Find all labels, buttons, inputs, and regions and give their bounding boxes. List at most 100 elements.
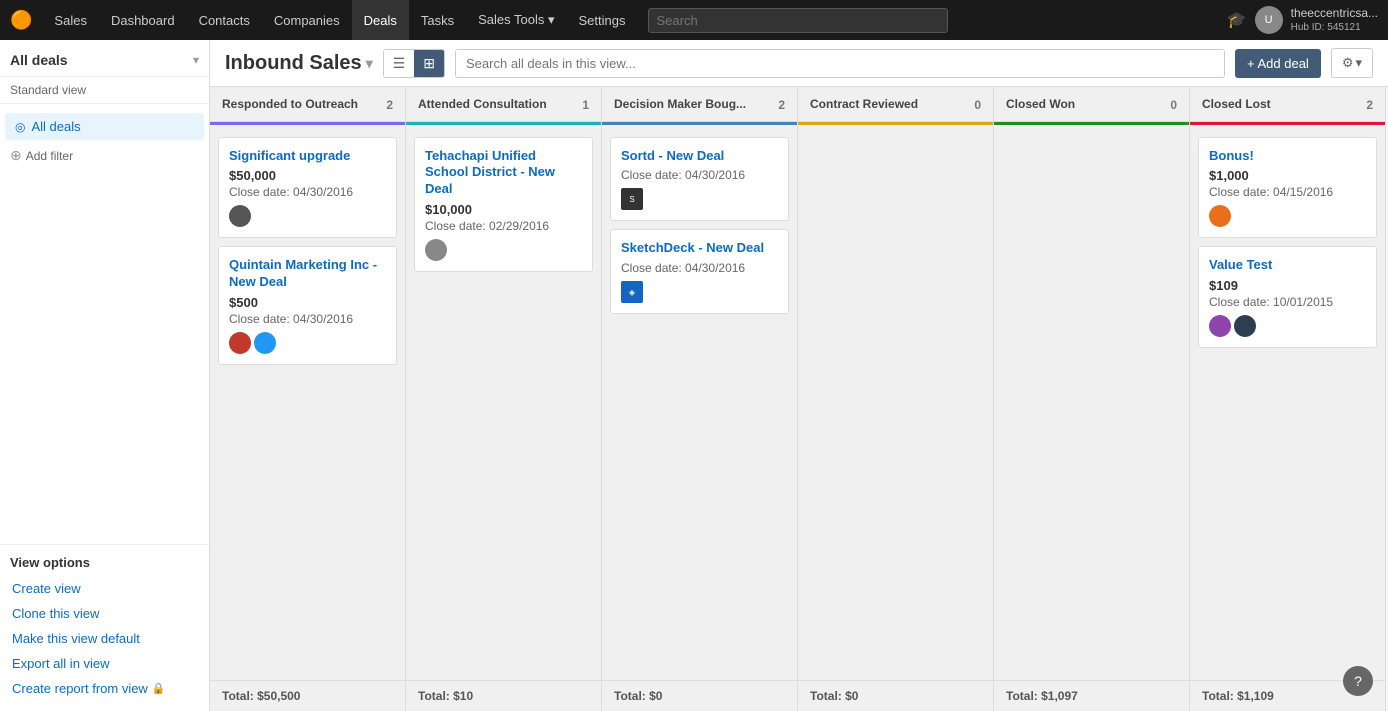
- deal-name: Significant upgrade: [229, 148, 386, 165]
- gear-icon: ⚙: [1342, 55, 1354, 71]
- kanban-column-responded: Responded to Outreach2 Significant upgrad…: [210, 87, 406, 711]
- nav-search-container: [648, 8, 1217, 33]
- column-count-decision: 2: [778, 98, 785, 112]
- nav-settings[interactable]: Settings: [567, 0, 638, 40]
- deal-card[interactable]: Value Test$109Close date: 10/01/2015: [1198, 246, 1377, 348]
- top-navigation: 🟠 Sales Dashboard Contacts Companies Dea…: [0, 0, 1388, 40]
- column-settings-button[interactable]: ⚙ ▾: [1331, 48, 1373, 78]
- board-view-button[interactable]: ⊞: [414, 50, 444, 77]
- account-info: theeccentricsa... Hub ID: 545121: [1291, 6, 1378, 35]
- add-deal-button[interactable]: + Add deal: [1235, 49, 1321, 78]
- nav-deals[interactable]: Deals: [352, 0, 409, 40]
- circle-icon: ◎: [15, 120, 25, 134]
- deal-name: Bonus!: [1209, 148, 1366, 165]
- lock-icon: 🔒: [152, 682, 166, 695]
- nav-companies[interactable]: Companies: [262, 0, 352, 40]
- column-header-won: Closed Won0: [994, 87, 1189, 122]
- column-divider-decision: [602, 122, 797, 125]
- column-divider-responded: [210, 122, 405, 125]
- nav-dashboard[interactable]: Dashboard: [99, 0, 187, 40]
- column-header-lost: Closed Lost2: [1190, 87, 1385, 122]
- kanban-column-lost: Closed Lost2 Bonus! $1,000 Close date: 04/1…: [1190, 87, 1386, 711]
- column-title-contract: Contract Reviewed: [810, 97, 918, 113]
- column-footer-attended: Total: $10: [406, 680, 601, 711]
- column-header-responded: Responded to Outreach2: [210, 87, 405, 122]
- account-name: theeccentricsa...: [1291, 6, 1378, 22]
- deal-name: SketchDeck - New Deal: [621, 240, 778, 257]
- deal-avatar: [229, 205, 251, 227]
- create-report-option[interactable]: Create report from view 🔒: [10, 676, 199, 701]
- deal-avatar: S: [621, 188, 643, 210]
- sidebar-view-type: Standard view: [0, 77, 209, 104]
- create-view-option[interactable]: Create view: [10, 576, 199, 601]
- deal-card[interactable]: Significant upgrade $50,000 Close date: 04…: [218, 137, 397, 239]
- column-title-lost: Closed Lost: [1202, 97, 1271, 113]
- deal-avatar: ◈: [621, 281, 643, 303]
- notification-icon[interactable]: 🎓: [1227, 10, 1247, 30]
- deal-card[interactable]: Sortd - New Deal Close date: 04/30/2016 S: [610, 137, 789, 222]
- deal-card[interactable]: Bonus! $1,000 Close date: 04/15/2016: [1198, 137, 1377, 239]
- kanban-column-attended: Attended Consultation1Tehachapi Unified …: [406, 87, 602, 711]
- column-body-attended: Tehachapi Unified School District - New …: [406, 129, 601, 680]
- deal-card[interactable]: Tehachapi Unified School District - New …: [414, 137, 593, 273]
- column-title-won: Closed Won: [1006, 97, 1075, 113]
- make-default-option[interactable]: Make this view default: [10, 626, 199, 651]
- hubspot-logo: 🟠: [10, 10, 32, 31]
- clone-view-option[interactable]: Clone this view: [10, 601, 199, 626]
- deal-card[interactable]: Quintain Marketing Inc - New Deal$500Clo…: [218, 246, 397, 365]
- column-divider-lost: [1190, 122, 1385, 125]
- column-header-decision: Decision Maker Boug...2: [602, 87, 797, 122]
- deal-avatar: [229, 332, 251, 354]
- deal-card[interactable]: SketchDeck - New DealClose date: 04/30/2…: [610, 229, 789, 314]
- column-footer-decision: Total: $0: [602, 680, 797, 711]
- nav-sales-tools[interactable]: Sales Tools ▾: [466, 0, 566, 40]
- column-footer-won: Total: $1,097: [994, 680, 1189, 711]
- nav-right-section: 🎓 U theeccentricsa... Hub ID: 545121: [1227, 6, 1378, 35]
- column-footer-responded: Total: $50,500: [210, 680, 405, 711]
- deal-close-date: Close date: 04/30/2016: [621, 168, 778, 182]
- view-options-title: View options: [10, 555, 199, 570]
- column-title-attended: Attended Consultation: [418, 97, 547, 113]
- column-header-contract: Contract Reviewed 0: [798, 87, 993, 122]
- list-view-button[interactable]: ☰: [384, 50, 415, 77]
- plus-icon: ⊕: [10, 147, 22, 164]
- nav-contacts[interactable]: Contacts: [187, 0, 262, 40]
- nav-search-input[interactable]: [648, 8, 948, 33]
- deals-search-input[interactable]: [455, 49, 1225, 78]
- deal-avatars: [1209, 205, 1366, 227]
- deal-close-date: Close date: 04/15/2016: [1209, 185, 1366, 199]
- sidebar-dropdown-icon[interactable]: ▾: [193, 53, 199, 67]
- view-toggle: ☰ ⊞: [383, 49, 445, 78]
- column-title-responded: Responded to Outreach: [222, 97, 358, 113]
- column-footer-contract: Total: $0: [798, 680, 993, 711]
- nav-sales[interactable]: Sales: [42, 0, 99, 40]
- column-body-decision: Sortd - New DealClose date: 04/30/2016SS…: [602, 129, 797, 680]
- help-button[interactable]: ?: [1343, 666, 1373, 696]
- deal-avatar: [1234, 315, 1256, 337]
- nav-tasks[interactable]: Tasks: [409, 0, 466, 40]
- avatar[interactable]: U: [1255, 6, 1283, 34]
- sidebar: All deals ▾ Standard view ◎ All deals ⊕ …: [0, 40, 210, 711]
- column-count-contract: 0: [974, 98, 981, 112]
- add-filter-button[interactable]: ⊕ Add filter: [0, 141, 209, 170]
- deal-amount: $10,000: [425, 202, 582, 217]
- add-deal-label: + Add deal: [1247, 56, 1309, 71]
- column-body-responded: Significant upgrade $50,000 Close date: 04…: [210, 129, 405, 680]
- column-divider-attended: [406, 122, 601, 125]
- deal-amount: $1,000: [1209, 168, 1366, 183]
- kanban-column-won: Closed Won0 Total: $1,097: [994, 87, 1190, 711]
- deal-avatars: [1209, 315, 1366, 337]
- export-all-option[interactable]: Export all in view: [10, 651, 199, 676]
- title-chevron-icon[interactable]: ▾: [366, 55, 373, 72]
- hub-id: Hub ID: 545121: [1291, 21, 1378, 34]
- deal-avatar: [254, 332, 276, 354]
- sidebar-footer: View options Create view Clone this view…: [0, 544, 209, 711]
- deal-amount: $500: [229, 295, 386, 310]
- main-content: Inbound Sales ▾ ☰ ⊞ + Add deal ⚙ ▾ Respo…: [210, 40, 1388, 711]
- deal-amount: $50,000: [229, 168, 386, 183]
- deal-name: Quintain Marketing Inc - New Deal: [229, 257, 386, 291]
- deal-name: Sortd - New Deal: [621, 148, 778, 165]
- sidebar-item-all-deals[interactable]: ◎ All deals: [5, 113, 204, 140]
- column-body-lost: Bonus! $1,000 Close date: 04/15/2016 Value …: [1190, 129, 1385, 680]
- deal-close-date: Close date: 04/30/2016: [229, 185, 386, 199]
